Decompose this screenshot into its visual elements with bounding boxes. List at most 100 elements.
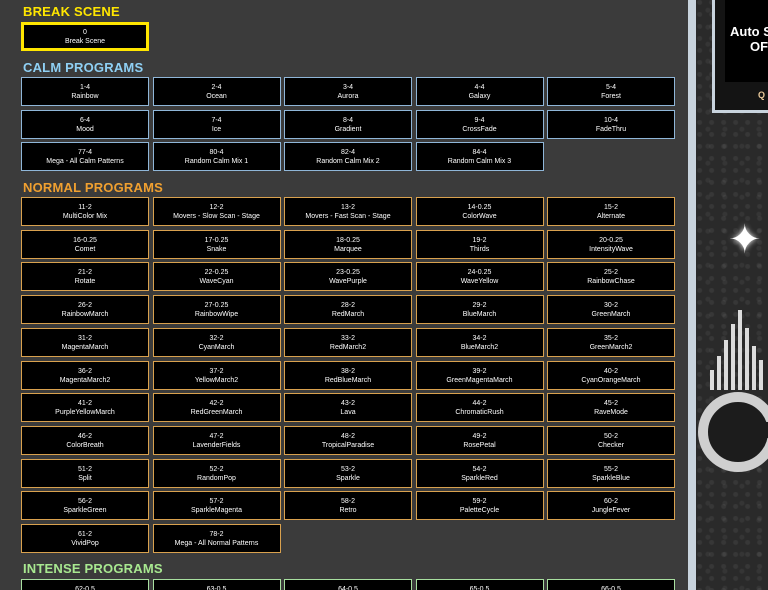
program-button[interactable]: 32-2 CyanMarch	[152, 327, 281, 357]
program-button[interactable]: 66-0.5	[547, 579, 675, 590]
program-number: 2-4	[211, 84, 222, 91]
logo-g-icon	[698, 392, 768, 472]
program-button[interactable]: 44-2 ChromaticRush	[415, 393, 544, 423]
program-button[interactable]: 51-2 Split	[21, 458, 149, 488]
program-button[interactable]: 78-2 Mega - All Normal Patterns	[152, 524, 281, 553]
program-button[interactable]: 56-2 SparkleGreen	[21, 491, 149, 521]
program-number: 44-2	[472, 400, 487, 408]
program-button[interactable]: 4-4 Galaxy	[415, 77, 544, 106]
program-button[interactable]: 27-0.25 RainbowWipe	[152, 295, 281, 325]
program-number: 80-4	[209, 149, 224, 157]
program-button[interactable]: 59-2 PaletteCycle	[415, 491, 544, 521]
program-button[interactable]: 25-2 RainbowChase	[547, 262, 675, 292]
program-button[interactable]: 10-4 FadeThru	[547, 109, 675, 139]
q-label: Q	[758, 90, 766, 100]
program-button[interactable]: 21-2 Rotate	[21, 262, 149, 292]
program-button[interactable]: 31-2 MagentaMarch	[21, 327, 149, 357]
break-scene-button[interactable]: 0 Break Scene	[21, 22, 149, 51]
program-number: 66-0.5	[601, 586, 621, 590]
program-button[interactable]: 37-2 YellowMarch2	[152, 360, 281, 390]
program-number: 6-4	[79, 116, 91, 124]
program-button[interactable]: 24-0.25 WaveYellow	[415, 262, 544, 292]
program-button[interactable]: 17-0.25 Snake	[152, 229, 281, 259]
program-button[interactable]: 63-0.5	[152, 579, 281, 590]
program-button[interactable]: 9-4 CrossFade	[415, 109, 544, 139]
program-button[interactable]: 6-4 Mood	[21, 109, 149, 139]
program-button[interactable]: 47-2 LavenderFields	[152, 425, 281, 455]
program-name: Sparkle	[336, 474, 360, 482]
program-button[interactable]: 1-4 Rainbow	[21, 77, 149, 106]
program-button[interactable]: 62-0.5	[21, 579, 149, 590]
program-button[interactable]: 15-2 Alternate	[547, 197, 675, 226]
program-button[interactable]: 55-2 SparkleBlue	[547, 458, 675, 488]
program-button[interactable]: 34-2 BlueMarch2	[415, 327, 544, 357]
program-button[interactable]: 3-4 Aurora	[284, 77, 412, 106]
program-button[interactable]: 8-4 Gradient	[284, 109, 412, 139]
program-number: 84-4	[472, 149, 487, 157]
program-name: WavePurple	[329, 278, 367, 286]
program-button[interactable]: 7-4 Ice	[152, 109, 281, 139]
program-button[interactable]: 80-4 Random Calm Mix 1	[152, 142, 281, 172]
program-button[interactable]: 65-0.5	[415, 579, 544, 590]
program-button[interactable]: 52-2 RandomPop	[152, 458, 281, 488]
program-button[interactable]: 36-2 MagentaMarch2	[21, 360, 149, 390]
program-button[interactable]: 28-2 RedMarch	[284, 295, 412, 325]
program-button[interactable]: 38-2 RedBlueMarch	[284, 360, 412, 390]
program-button[interactable]: 39-2 GreenMagentaMarch	[415, 360, 544, 390]
program-name: Mega - All Calm Patterns	[46, 158, 124, 166]
program-button[interactable]: 58-2 Retro	[284, 491, 412, 521]
program-name: Thirds	[469, 245, 490, 253]
program-button[interactable]: 12-2 Movers - Slow Scan - Stage	[152, 197, 281, 226]
program-button[interactable]: 11-2 MultiColor Mix	[21, 197, 149, 226]
program-button[interactable]: 45-2 RaveMode	[547, 393, 675, 423]
program-button[interactable]: 13-2 Movers - Fast Scan - Stage	[284, 197, 412, 226]
program-button[interactable]: 77-4 Mega - All Calm Patterns	[21, 142, 149, 172]
equalizer-logo-icon	[710, 300, 768, 390]
program-button[interactable]: 53-2 Sparkle	[284, 458, 412, 488]
program-name: ColorBreath	[66, 441, 104, 449]
program-name: JungleFever	[591, 507, 631, 515]
program-button[interactable]: 23-0.25 WavePurple	[284, 262, 412, 292]
program-button[interactable]: 41-2 PurpleYellowMarch	[21, 393, 149, 423]
auto-scene-label-line2: OF	[750, 39, 768, 54]
program-button[interactable]: 49-2 RosePetal	[415, 425, 544, 455]
program-button[interactable]: 48-2 TropicalParadise	[284, 425, 412, 455]
program-button[interactable]: 54-2 SparkleRed	[415, 458, 544, 488]
program-button[interactable]: 14-0.25 ColorWave	[415, 197, 544, 226]
program-button[interactable]: 18-0.25 Marquee	[284, 229, 412, 259]
program-button[interactable]: 42-2 RedGreenMarch	[152, 393, 281, 423]
auto-scene-label: Auto S OF	[730, 24, 768, 54]
program-button[interactable]: 20-0.25 IntensityWave	[547, 229, 675, 259]
program-button[interactable]: 64-0.5	[284, 579, 412, 590]
program-button[interactable]: 30-2 GreenMarch	[547, 295, 675, 325]
program-number: 55-2	[603, 465, 618, 473]
program-number: 63-0.5	[206, 586, 227, 590]
equalizer-bar	[724, 340, 728, 390]
program-name: Galaxy	[468, 93, 491, 100]
program-button[interactable]: 35-2 GreenMarch2	[547, 327, 675, 357]
program-button[interactable]: 82-4 Random Calm Mix 2	[284, 142, 412, 172]
program-name: CyanOrangeMarch	[581, 376, 641, 384]
program-button[interactable]: 50-2 Checker	[547, 425, 675, 455]
program-button[interactable]: 2-4 Ocean	[152, 77, 281, 106]
program-button[interactable]: 60-2 JungleFever	[547, 491, 675, 521]
program-button[interactable]: 84-4 Random Calm Mix 3	[415, 142, 544, 172]
program-button[interactable]: 16-0.25 Comet	[21, 229, 149, 259]
program-button[interactable]: 46-2 ColorBreath	[21, 425, 149, 455]
program-button[interactable]: 5-4 Forest	[547, 77, 675, 106]
program-button[interactable]: 61-2 VividPop	[21, 524, 149, 553]
program-button[interactable]: 57-2 SparkleMagenta	[152, 491, 281, 521]
program-button[interactable]: 33-2 RedMarch2	[284, 327, 412, 357]
program-button[interactable]: 43-2 Lava	[284, 393, 412, 423]
program-name: PurpleYellowMarch	[55, 409, 115, 417]
program-name: RaveMode	[594, 409, 628, 417]
program-button[interactable]: 40-2 CyanOrangeMarch	[547, 360, 675, 390]
program-button[interactable]: 26-2 RainbowMarch	[21, 295, 149, 325]
program-button[interactable]: 29-2 BlueMarch	[415, 295, 544, 325]
program-button[interactable]: 22-0.25 WaveCyan	[152, 262, 281, 292]
program-name: Random Calm Mix 2	[316, 158, 380, 166]
program-number: 39-2	[472, 367, 487, 375]
program-button[interactable]: 19-2 Thirds	[415, 229, 544, 259]
program-number: 51-2	[77, 465, 92, 473]
program-number: 45-2	[603, 400, 618, 408]
